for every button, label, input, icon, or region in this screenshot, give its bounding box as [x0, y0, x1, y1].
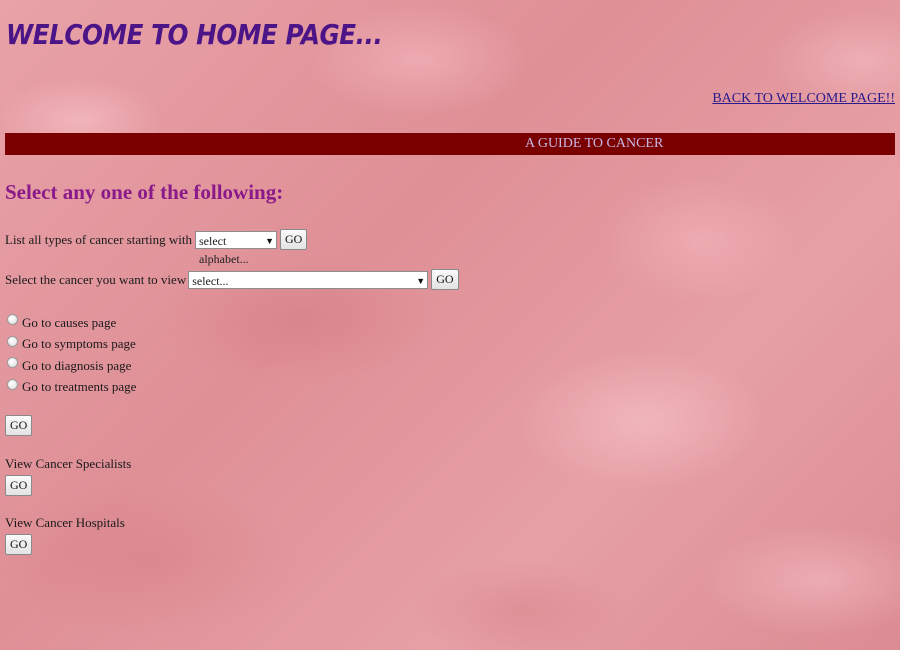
chevron-down-icon: ▼ [416, 275, 426, 286]
radio-diagnosis[interactable]: Go to diagnosis page [7, 355, 136, 377]
hospitals-label: View Cancer Hospitals [5, 515, 125, 530]
radio-treatments[interactable]: Go to treatments page [7, 377, 136, 399]
specialists-label: View Cancer Specialists [5, 456, 132, 471]
guide-banner: A GUIDE TO CANCER [5, 133, 895, 155]
radio-label: Go to treatments page [22, 379, 137, 395]
radio-label: Go to causes page [22, 314, 117, 330]
list-by-letter-go-button[interactable]: GO [280, 229, 308, 250]
select-cancer-row: Select the cancer you want to view selec… [5, 269, 459, 290]
radio-button[interactable] [7, 378, 18, 390]
page-title: WELCOME TO HOME PAGE... [6, 18, 383, 51]
list-by-letter-label: List all types of cancer starting with [5, 231, 193, 247]
chevron-down-icon: ▼ [265, 235, 275, 246]
radio-label: Go to symptoms page [22, 336, 136, 352]
radio-button[interactable] [7, 357, 18, 369]
select-cancer-label: Select the cancer you want to view [5, 271, 187, 287]
alphabet-select-value: select alphabet... [199, 233, 249, 266]
back-to-welcome-link[interactable]: BACK TO WELCOME PAGE!! [712, 91, 895, 107]
banner-text: A GUIDE TO CANCER [525, 136, 664, 151]
cancer-select-value: select... [192, 273, 229, 288]
alphabet-select[interactable]: select alphabet... ▼ [195, 230, 278, 266]
list-by-letter-row: List all types of cancer starting with s… [5, 229, 308, 266]
hospitals-go-button[interactable]: GO [5, 534, 33, 555]
page-radio-group: Go to causes page Go to symptoms page Go… [7, 312, 136, 398]
radio-go-button[interactable]: GO [5, 415, 33, 436]
radio-causes[interactable]: Go to causes page [7, 312, 136, 334]
select-cancer-go-button[interactable]: GO [431, 269, 459, 290]
cancer-select[interactable]: select... ▼ [188, 270, 429, 289]
radio-symptoms[interactable]: Go to symptoms page [7, 334, 136, 356]
radio-button[interactable] [7, 335, 18, 347]
radio-button[interactable] [7, 314, 18, 326]
radio-label: Go to diagnosis page [22, 357, 132, 373]
specialists-go-button[interactable]: GO [5, 475, 33, 496]
section-heading: Select any one of the following: [5, 180, 284, 204]
